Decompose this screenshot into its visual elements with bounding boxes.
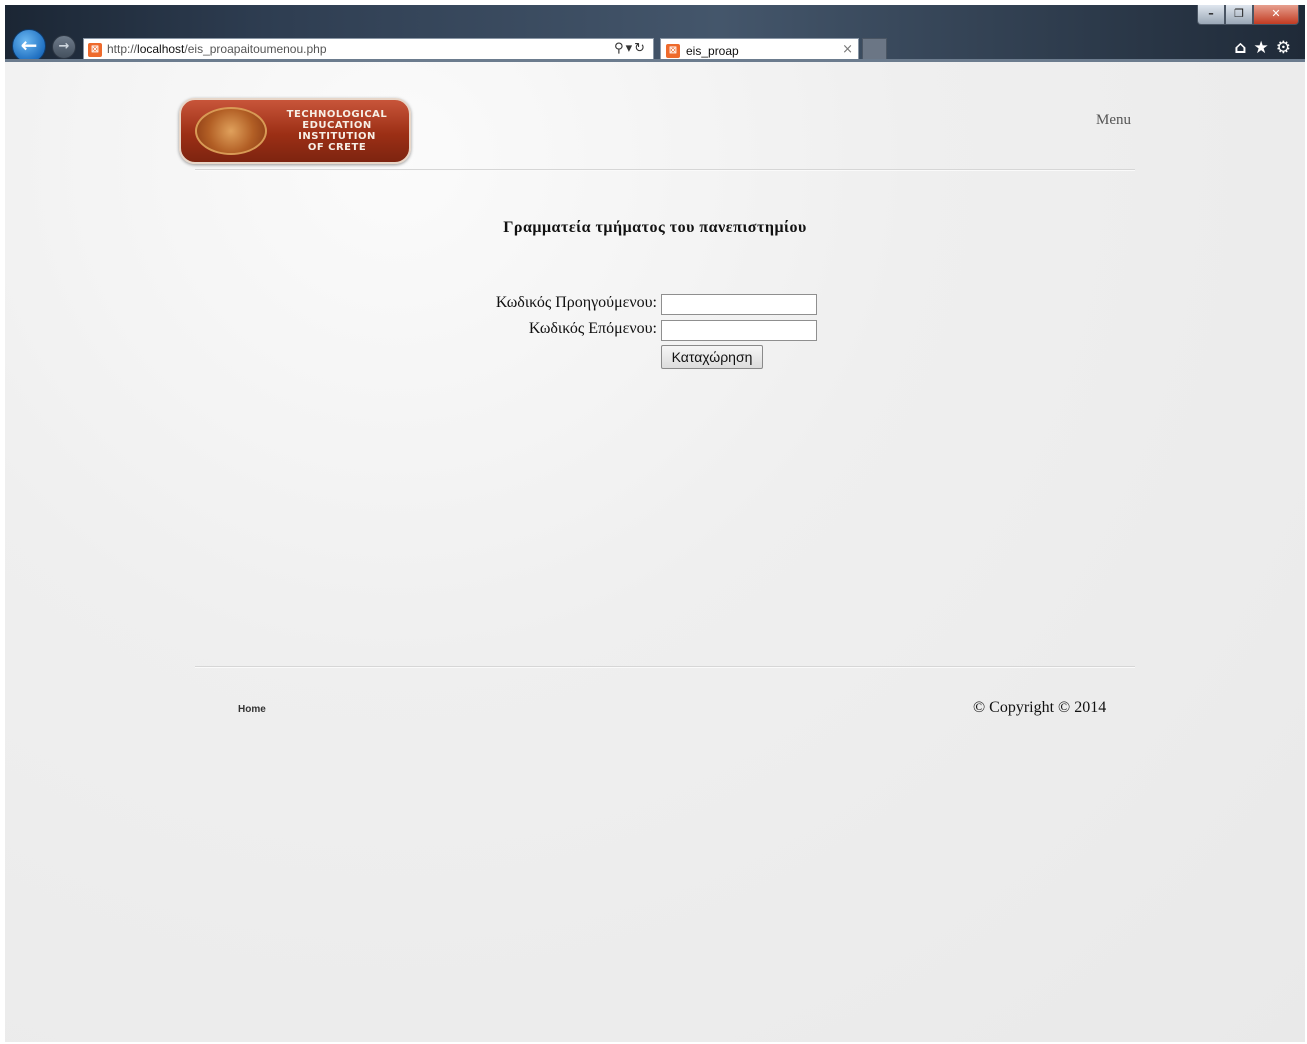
institution-logo[interactable]: TECHNOLOGICAL EDUCATION INSTITUTION OF C… [179,98,411,164]
close-window-icon[interactable]: ✕ [1253,5,1299,25]
logo-line: EDUCATION [302,120,372,131]
logo-line: OF CRETE [307,142,367,153]
tab-favicon-icon: ⊠ [666,44,680,58]
logo-line: TECHNOLOGICAL [286,109,388,120]
next-code-input[interactable] [661,320,817,341]
browser-chrome: – ❐ ✕ ← → ⊠ http://localhost/eis_proapai… [5,5,1305,63]
home-icon[interactable]: ⌂ [1234,38,1246,58]
header-divider [195,169,1135,170]
back-arrow-icon[interactable]: ← [12,29,46,63]
logo-line: INSTITUTION [298,131,376,142]
page-viewport: TECHNOLOGICAL EDUCATION INSTITUTION OF C… [5,62,1305,1042]
window-controls: – ❐ ✕ [1197,5,1299,25]
browser-tools: ⌂ ★ ⚙ [1234,38,1291,58]
new-tab-button[interactable] [862,38,887,63]
url-host: localhost [137,42,185,56]
tab-close-icon[interactable]: × [842,42,853,57]
site-favicon-icon: ⊠ [88,43,102,57]
url-path: /eis_proapaitoumenou.php [184,42,327,56]
address-url: http://localhost/eis_proapaitoumenou.php [107,42,327,56]
footer-divider [195,666,1135,667]
previous-code-input[interactable] [661,294,817,315]
page-title: Γραμματεία τμήματος του πανεπιστημίου [503,219,807,236]
search-icon[interactable]: ⚲ [614,41,626,56]
next-code-label: Κωδικός Επόμενου: [528,320,657,337]
settings-gear-icon[interactable]: ⚙ [1276,38,1291,58]
copyright-text: © Copyright © 2014 [973,699,1107,716]
dropdown-arrow-icon[interactable]: ▾ [626,41,635,56]
forward-arrow-icon[interactable]: → [52,35,76,59]
menu-link[interactable]: Menu [1096,112,1131,129]
minimize-icon[interactable]: – [1197,5,1225,25]
url-prefix: http:// [107,42,138,56]
previous-code-label: Κωδικός Προηγούμενου: [495,294,657,311]
browser-tab[interactable]: ⊠ eis_proap × [660,38,859,63]
home-link[interactable]: Home [238,704,266,715]
logo-text: TECHNOLOGICAL EDUCATION INSTITUTION OF C… [271,109,403,153]
seal-emblem-icon [195,107,267,155]
submit-button[interactable]: Καταχώρηση [661,345,763,369]
address-bar[interactable]: ⊠ http://localhost/eis_proapaitoumenou.p… [83,38,654,61]
restore-icon[interactable]: ❐ [1225,5,1253,25]
address-tools: ⚲▾↻ [614,41,647,56]
refresh-icon[interactable]: ↻ [634,41,647,56]
tab-title: eis_proap [686,44,739,58]
favorites-star-icon[interactable]: ★ [1254,38,1269,58]
